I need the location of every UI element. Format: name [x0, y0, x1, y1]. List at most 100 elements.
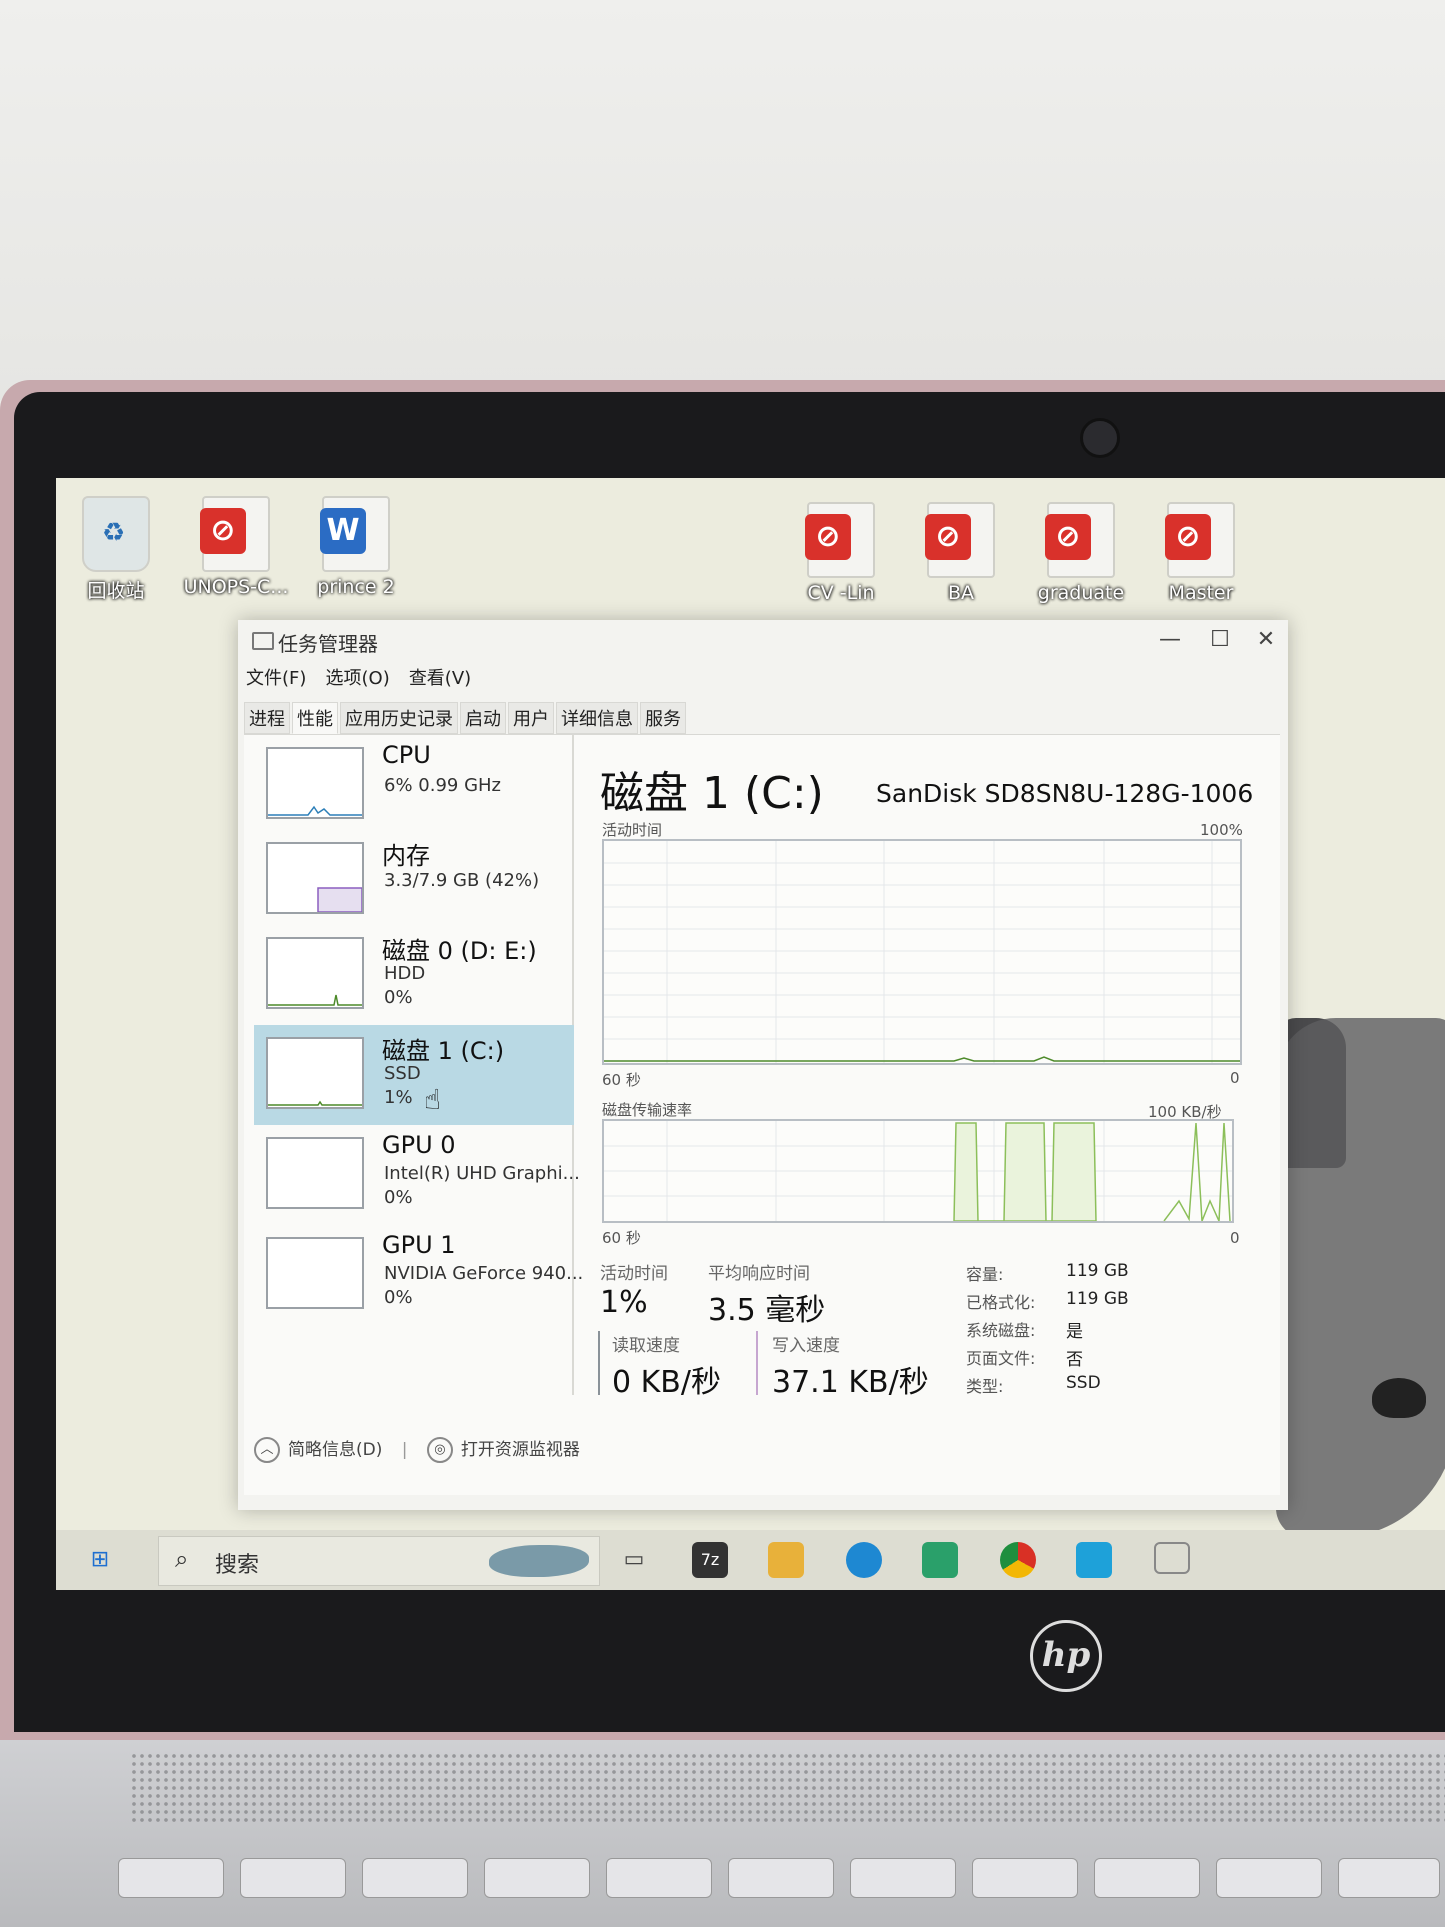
- sidebar-item-detail: SSD: [384, 1063, 421, 1084]
- app-icon[interactable]: [1076, 1542, 1112, 1578]
- keyboard-key: [1094, 1858, 1200, 1898]
- sidebar-item-detail: NVIDIA GeForce 940...: [384, 1263, 584, 1284]
- disk-detail-panel: 磁盘 1 (C:) SanDisk SD8SN8U-128G-1006 活动时间…: [590, 735, 1270, 1400]
- recycle-bin-icon: ♻: [82, 496, 150, 572]
- wallpaper-cat: [1372, 1378, 1426, 1418]
- tab-app-history[interactable]: 应用历史记录: [340, 702, 458, 734]
- chrome-icon[interactable]: [1000, 1542, 1036, 1578]
- sidebar-item-detail: 3.3/7.9 GB (42%): [384, 870, 540, 891]
- sidebar-item-disk-0[interactable]: 磁盘 0 (D: E:) HDD 0%: [254, 925, 574, 1025]
- performance-panel: CPU 6% 0.99 GHz 内存 3.3/7.9 GB (42%) 磁盘 0…: [244, 734, 1280, 1495]
- pdf-file-icon: ⊘: [805, 502, 875, 578]
- desktop-icon-recycle-bin[interactable]: ♻ 回收站: [56, 496, 176, 603]
- cpu-thumbnail-graph: [266, 747, 364, 819]
- prop-capacity-value: 119 GB: [1066, 1261, 1129, 1281]
- transfer-rate-graph: [602, 1119, 1234, 1223]
- maximize-button[interactable]: ☐: [1200, 626, 1240, 654]
- 7zip-icon[interactable]: 7z: [692, 1542, 728, 1578]
- disk0-thumbnail-graph: [266, 937, 364, 1009]
- search-box[interactable]: ⌕ 搜索: [158, 1536, 600, 1586]
- graph1-time-right: 0: [1230, 1069, 1240, 1087]
- sidebar-item-name: 内存: [382, 842, 430, 870]
- tab-performance[interactable]: 性能: [292, 702, 338, 734]
- desktop-icon-prince2[interactable]: W prince 2: [296, 496, 416, 598]
- keyboard-key: [118, 1858, 224, 1898]
- write-speed-label: 写入速度: [772, 1336, 840, 1356]
- wallpaper-art: [1276, 1018, 1445, 1538]
- sidebar-item-usage: 0%: [384, 987, 413, 1008]
- prop-system-disk-value: 是: [1066, 1322, 1083, 1342]
- sidebar-item-cpu[interactable]: CPU 6% 0.99 GHz: [254, 735, 574, 835]
- response-time-label: 平均响应时间: [708, 1264, 810, 1284]
- desktop-icon-cv-lin[interactable]: ⊘ CV -Lin: [781, 502, 901, 604]
- graph2-time-left: 60 秒: [602, 1229, 641, 1247]
- prop-formatted-key: 已格式化:: [966, 1293, 1036, 1312]
- sidebar-item-memory[interactable]: 内存 3.3/7.9 GB (42%): [254, 830, 574, 930]
- gpu0-thumbnail-graph: [266, 1137, 364, 1209]
- active-time-graph: [602, 839, 1242, 1065]
- tab-services[interactable]: 服务: [640, 702, 686, 734]
- prop-capacity-key: 容量:: [966, 1265, 1004, 1284]
- close-button[interactable]: ✕: [1246, 626, 1286, 654]
- desktop-icon-label: graduate: [1037, 582, 1125, 604]
- open-resource-monitor-label: 打开资源监视器: [460, 1440, 580, 1460]
- sidebar-item-detail: 6% 0.99 GHz: [384, 775, 502, 796]
- title-bar[interactable]: 任务管理器 — ☐ ✕: [238, 620, 1288, 662]
- pdf-file-icon: ⊘: [1045, 502, 1115, 578]
- graph1-label: 活动时间: [602, 821, 663, 839]
- open-resource-monitor-link[interactable]: ◎ 打开资源监视器: [426, 1437, 580, 1463]
- keyboard-key: [972, 1858, 1078, 1898]
- disk1-thumbnail-graph: [266, 1037, 364, 1109]
- minimize-button[interactable]: —: [1150, 626, 1190, 654]
- desktop-icon-label: CV -Lin: [807, 582, 875, 604]
- keyboard-key: [1216, 1858, 1322, 1898]
- prop-system-disk-key: 系统磁盘:: [966, 1321, 1036, 1340]
- tab-details[interactable]: 详细信息: [556, 702, 638, 734]
- keyboard-key: [850, 1858, 956, 1898]
- task-view-icon[interactable]: ▭: [616, 1542, 652, 1578]
- prop-type-value: SSD: [1066, 1373, 1101, 1393]
- sidebar-item-name: 磁盘 1 (C:): [382, 1037, 505, 1065]
- start-icon[interactable]: ⊞: [82, 1542, 118, 1578]
- desktop-icon-unops[interactable]: ⊘ UNOPS-C...: [176, 496, 296, 598]
- prop-type-key: 类型:: [966, 1377, 1004, 1396]
- active-time-label: 活动时间: [600, 1264, 668, 1284]
- tab-users[interactable]: 用户: [508, 702, 554, 734]
- memory-thumbnail-graph: [266, 842, 364, 914]
- menu-options[interactable]: 选项(O): [326, 668, 390, 689]
- task-manager-icon[interactable]: [1154, 1542, 1190, 1574]
- search-icon: ⌕: [175, 1545, 189, 1573]
- keyboard-key: [606, 1858, 712, 1898]
- desktop-icon-graduate[interactable]: ⊘ graduate: [1021, 502, 1141, 604]
- footer: ︿ 简略信息(D) | ◎ 打开资源监视器: [254, 1435, 580, 1463]
- desktop-icon-master[interactable]: ⊘ Master: [1141, 502, 1261, 604]
- chevron-up-icon: ︿: [254, 1437, 280, 1463]
- menu-view[interactable]: 查看(V): [409, 668, 471, 689]
- fewer-details-link[interactable]: ︿ 简略信息(D): [254, 1437, 382, 1463]
- sidebar-item-usage: 1%: [384, 1087, 413, 1108]
- search-placeholder: 搜索: [215, 1553, 260, 1578]
- store-icon[interactable]: [922, 1542, 958, 1578]
- resource-sidebar: CPU 6% 0.99 GHz 内存 3.3/7.9 GB (42%) 磁盘 0…: [244, 735, 583, 1395]
- sidebar-item-usage: 0%: [384, 1287, 413, 1308]
- screen: ♻ 回收站 ⊘ UNOPS-C... W prince 2 ⊘ CV -Lin …: [56, 478, 1445, 1590]
- sidebar-item-name: GPU 0: [382, 1131, 456, 1159]
- sidebar-item-disk-1[interactable]: 磁盘 1 (C:) SSD 1% ☝: [254, 1025, 574, 1125]
- read-speed-value: 0 KB/秒: [612, 1365, 721, 1400]
- tab-processes[interactable]: 进程: [244, 702, 290, 734]
- tab-startup[interactable]: 启动: [460, 702, 506, 734]
- desktop-icon-label: Master: [1168, 582, 1234, 604]
- menu-file[interactable]: 文件(F): [246, 668, 306, 689]
- stat-divider: [756, 1331, 758, 1395]
- graph1-time-left: 60 秒: [602, 1071, 641, 1089]
- desktop-icon-label: BA: [947, 582, 975, 604]
- sidebar-item-gpu-1[interactable]: GPU 1 NVIDIA GeForce 940... 0%: [254, 1225, 583, 1325]
- pdf-file-icon: ⊘: [925, 502, 995, 578]
- file-explorer-icon[interactable]: [768, 1542, 804, 1578]
- disk-model: SanDisk SD8SN8U-128G-1006: [876, 779, 1254, 808]
- desktop-icon-ba[interactable]: ⊘ BA: [901, 502, 1021, 604]
- sidebar-item-gpu-0[interactable]: GPU 0 Intel(R) UHD Graphi... 0%: [254, 1125, 580, 1225]
- speaker-grille: [130, 1752, 1445, 1822]
- sidebar-item-detail: Intel(R) UHD Graphi...: [384, 1163, 580, 1184]
- edge-icon[interactable]: [846, 1542, 882, 1578]
